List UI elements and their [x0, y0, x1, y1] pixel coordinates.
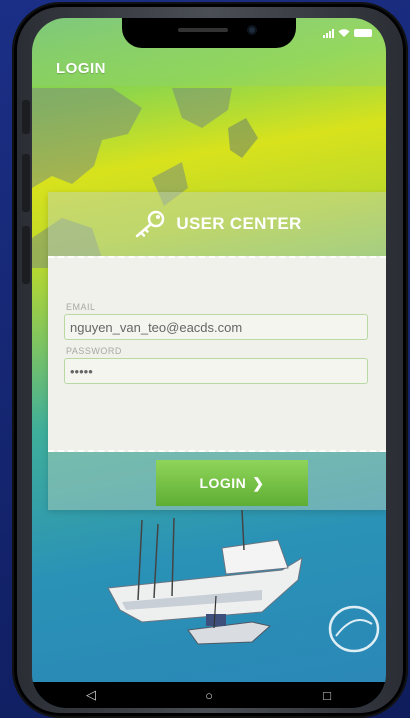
mute-switch: [22, 100, 30, 134]
wifi-icon: [338, 29, 350, 37]
login-button[interactable]: LOGIN ❯: [156, 460, 308, 506]
login-form: EMAIL PASSWORD: [48, 256, 386, 452]
home-icon[interactable]: ○: [198, 687, 220, 703]
password-label: PASSWORD: [66, 346, 122, 356]
login-card: USER CENTER EMAIL PASSWORD LOGIN ❯: [48, 192, 386, 510]
battery-icon: [354, 29, 372, 37]
front-camera: [247, 25, 257, 35]
chevron-right-icon: ❯: [252, 474, 265, 491]
speaker-grille: [178, 28, 228, 32]
status-bar: [323, 28, 372, 38]
page-title: LOGIN: [56, 60, 106, 77]
company-logo: [328, 605, 380, 653]
email-label: EMAIL: [66, 302, 96, 312]
back-icon[interactable]: ◁: [80, 687, 102, 703]
key-icon: [136, 210, 165, 238]
card-header: USER CENTER: [48, 192, 386, 256]
password-field[interactable]: [64, 358, 368, 384]
volume-up-button: [22, 154, 30, 212]
signal-icon: [323, 28, 334, 38]
volume-down-button: [22, 226, 30, 284]
recents-icon[interactable]: □: [316, 687, 338, 703]
system-nav-bar: ◁ ○ □: [32, 682, 386, 708]
card-title: USER CENTER: [176, 214, 302, 233]
login-button-label: LOGIN: [199, 475, 247, 491]
notch: [122, 18, 296, 48]
app-screen: LOGIN USER CENTER EMAIL PASSWORD LOGIN ❯: [32, 18, 386, 708]
email-field[interactable]: [64, 314, 368, 340]
fishing-ship-illustration: [107, 510, 303, 645]
